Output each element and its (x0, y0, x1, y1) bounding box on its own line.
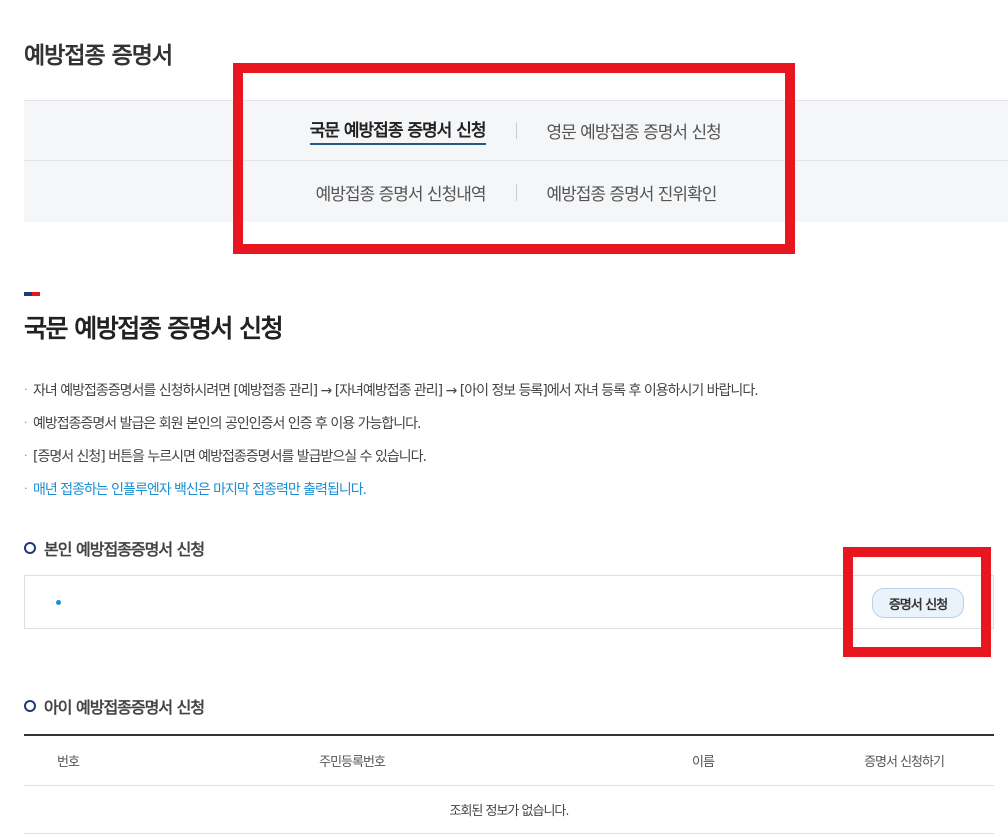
column-header-resident-number: 주민등록번호 (112, 735, 592, 786)
column-header-apply: 증명서 신청하기 (814, 735, 994, 786)
notice-list: · 자녀 예방접종증명서를 신청하시려면 [예방접종 관리] → [자녀예방접종… (24, 373, 994, 505)
certificate-tab-panel: 국문 예방접종 증명서 신청 영문 예방접종 증명서 신청 예방접종 증명서 신… (24, 100, 1008, 222)
notice-text: [증명서 신청] 버튼을 누르시면 예방접종증명서를 발급받으실 수 있습니다. (33, 448, 427, 465)
table-row: 조회된 정보가 없습니다. (24, 785, 994, 834)
notice-item: · 자녀 예방접종증명서를 신청하시려면 [예방접종 관리] → [자녀예방접종… (24, 373, 994, 406)
tab-row-1: 국문 예방접종 증명서 신청 영문 예방접종 증명서 신청 (24, 101, 1008, 161)
tab-cell: 국문 예방접종 증명서 신청 (298, 116, 516, 145)
self-certificate-heading: 본인 예방접종증명서 신청 (24, 536, 205, 560)
notice-item: · [증명서 신청] 버튼을 누르시면 예방접종증명서를 발급받으실 수 있습니… (24, 439, 994, 472)
child-certificate-heading-text: 아이 예방접종증명서 신청 (44, 698, 205, 717)
ring-bullet-icon (24, 700, 36, 712)
accent-navy (24, 292, 32, 296)
tab-cell: 영문 예방접종 증명서 신청 (517, 118, 735, 143)
tab-row-2: 예방접종 증명서 신청내역 예방접종 증명서 진위확인 (24, 162, 1008, 222)
bullet-icon: · (24, 383, 28, 396)
tab-cell: 예방접종 증명서 진위확인 (517, 180, 735, 205)
ring-bullet-icon (24, 542, 36, 554)
notice-text: 예방접종증명서 발급은 회원 본인의 공인인증서 인증 후 이용 가능합니다. (33, 415, 421, 432)
accent-red (32, 292, 40, 296)
child-certificate-table: 번호 주민등록번호 이름 증명서 신청하기 조회된 정보가 없습니다. (24, 734, 994, 834)
self-certificate-heading-text: 본인 예방접종증명서 신청 (44, 540, 205, 559)
table-header-row: 번호 주민등록번호 이름 증명서 신청하기 (24, 735, 994, 786)
section-title: 국문 예방접종 증명서 신청 (24, 314, 284, 343)
column-header-number: 번호 (24, 735, 112, 786)
empty-message: 조회된 정보가 없습니다. (24, 785, 994, 834)
page: 예방접종 증명서 국문 예방접종 증명서 신청 영문 예방접종 증명서 신청 예… (0, 0, 1008, 837)
bullet-icon: · (24, 482, 28, 495)
tab-certificate-verify[interactable]: 예방접종 증명서 진위확인 (547, 180, 718, 205)
section-accent-bar (24, 292, 40, 296)
apply-certificate-button[interactable]: 증명서 신청 (872, 588, 964, 618)
notice-text: 자녀 예방접종증명서를 신청하시려면 [예방접종 관리] → [자녀예방접종 관… (33, 382, 759, 399)
tab-korean-certificate-apply[interactable]: 국문 예방접종 증명서 신청 (309, 116, 486, 145)
bullet-icon: · (24, 416, 28, 429)
notice-item-highlight: · 매년 접종하는 인플루엔자 백신은 마지막 접종력만 출력됩니다. (24, 472, 994, 505)
bullet-icon: · (24, 449, 28, 462)
self-certificate-box: 증명서 신청 (24, 575, 994, 629)
dot-icon (56, 600, 61, 605)
page-title: 예방접종 증명서 (24, 43, 173, 69)
tab-certificate-history[interactable]: 예방접종 증명서 신청내역 (316, 180, 487, 205)
column-header-name: 이름 (592, 735, 814, 786)
tab-english-certificate-apply[interactable]: 영문 예방접종 증명서 신청 (547, 118, 722, 143)
notice-item: · 예방접종증명서 발급은 회원 본인의 공인인증서 인증 후 이용 가능합니다… (24, 406, 994, 439)
tab-cell: 예방접종 증명서 신청내역 (298, 180, 516, 205)
child-certificate-heading: 아이 예방접종증명서 신청 (24, 694, 205, 718)
notice-text: 매년 접종하는 인플루엔자 백신은 마지막 접종력만 출력됩니다. (33, 481, 367, 498)
